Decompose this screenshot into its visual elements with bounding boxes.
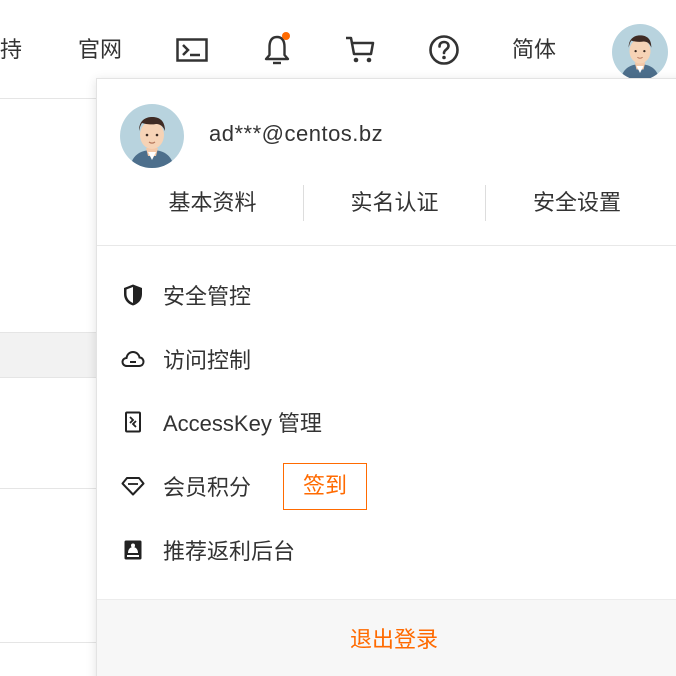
menu-item-access-control[interactable]: 访问控制: [121, 339, 251, 379]
logout-button[interactable]: 退出登录: [97, 622, 676, 654]
cloud-icon: [121, 347, 145, 371]
security-settings-link[interactable]: 安全设置: [486, 183, 668, 223]
avatar: [120, 104, 184, 168]
profile-tabs: 基本资料 实名认证 安全设置: [122, 183, 676, 223]
menu-item-label: 会员积分: [163, 475, 252, 500]
notification-dot: [282, 32, 290, 40]
real-name-auth-link[interactable]: 实名认证: [304, 183, 485, 223]
account-dropdown: ad***@centos.bz 基本资料 实名认证 安全设置 安全管控 访问控制: [96, 78, 676, 676]
shield-icon: [121, 283, 145, 307]
avatar[interactable]: [612, 24, 668, 80]
official-site-link[interactable]: 官网: [78, 33, 122, 67]
background-table-header: [0, 332, 96, 378]
menu-item-label: 推荐返利后台: [163, 539, 296, 564]
referral-icon: [121, 538, 145, 562]
bell-icon[interactable]: [258, 30, 296, 70]
background-divider: [0, 488, 96, 489]
support-link[interactable]: 持: [0, 33, 22, 67]
divider: [97, 245, 676, 246]
check-in-button[interactable]: 签到: [283, 463, 367, 510]
terminal-icon[interactable]: [173, 30, 211, 70]
diamond-icon: [121, 474, 145, 498]
menu-item-label: 访问控制: [163, 348, 252, 373]
basic-info-link[interactable]: 基本资料: [122, 183, 303, 223]
background-divider: [0, 642, 96, 643]
key-icon: [121, 410, 145, 434]
menu-item-label: 安全管控: [163, 284, 252, 309]
menu-item-label: AccessKey 管理: [163, 411, 322, 436]
help-icon[interactable]: [425, 30, 463, 70]
dropdown-footer: 退出登录: [97, 599, 676, 676]
menu-item-security-control[interactable]: 安全管控: [121, 275, 251, 315]
menu-item-referral-dashboard[interactable]: 推荐返利后台: [121, 530, 295, 570]
background-divider: [0, 98, 96, 99]
menu-item-accesskey[interactable]: AccessKey 管理: [121, 402, 322, 442]
cart-icon[interactable]: [341, 30, 379, 70]
menu-item-membership-points[interactable]: 会员积分: [121, 466, 251, 506]
account-email: ad***@centos.bz: [209, 121, 384, 146]
language-switch[interactable]: 简体: [512, 33, 556, 67]
